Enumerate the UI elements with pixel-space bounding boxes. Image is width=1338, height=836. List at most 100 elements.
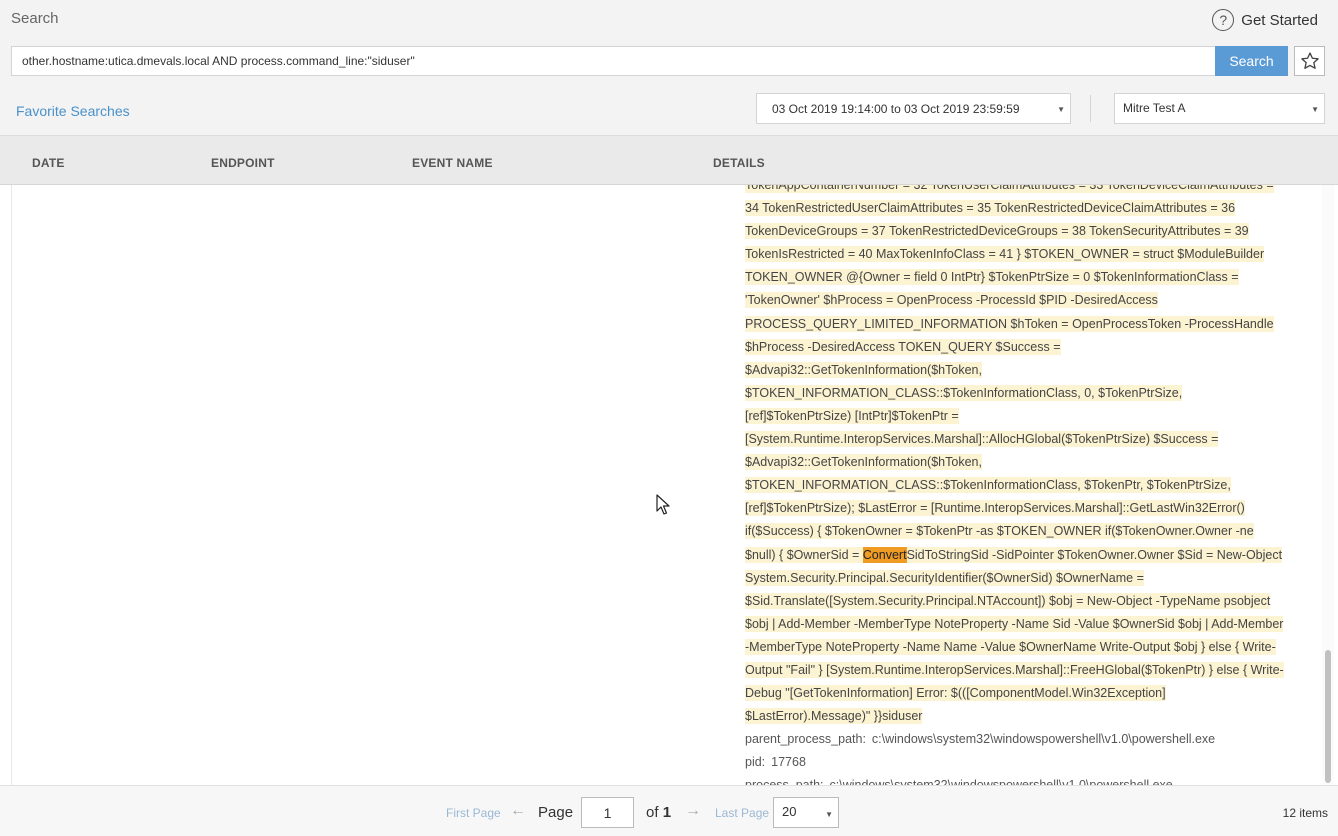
- page-number-input[interactable]: [581, 797, 634, 828]
- highlighted-text: TokenAppContainerNumber = 32 TokenUserCl…: [745, 185, 1274, 193]
- highlighted-text: [ref]$TokenPtrSize); $LastError = [Runti…: [745, 500, 1245, 517]
- highlighted-text: -MemberType NoteProperty -Name Name -Val…: [745, 638, 1276, 655]
- command-line-segment: $Sid.Translate([System.Security.Principa…: [745, 590, 1305, 613]
- highlighted-text: $hProcess -DesiredAccess TOKEN_QUERY $Su…: [745, 338, 1061, 355]
- detail-field-key: parent_process_path:: [745, 732, 866, 747]
- command-line-segment: $hProcess -DesiredAccess TOKEN_QUERY $Su…: [745, 336, 1305, 359]
- highlighted-text: Debug "[GetTokenInformation] Error: $(([…: [745, 685, 1166, 702]
- command-line-match-line: $null) { $OwnerSid = ConvertSidToStringS…: [745, 544, 1305, 567]
- command-line-segment: System.Security.Principal.SecurityIdenti…: [745, 567, 1305, 590]
- highlighted-text: 34 TokenRestrictedUserClaimAttributes = …: [745, 200, 1236, 217]
- command-line-segment: TokenDeviceGroups = 37 TokenRestrictedDe…: [745, 220, 1305, 243]
- detail-field-value: 17768: [771, 755, 806, 770]
- profile-value: Mitre Test A: [1123, 101, 1186, 115]
- command-line-segment: 34 TokenRestrictedUserClaimAttributes = …: [745, 197, 1305, 220]
- favorite-searches-link[interactable]: Favorite Searches: [16, 103, 130, 119]
- next-arrow-icon[interactable]: →: [685, 802, 701, 820]
- command-line-segment: $Advapi32::GetTokenInformation($hToken,: [745, 451, 1305, 474]
- table-header: DATE ENDPOINT EVENT NAME DETAILS: [0, 135, 1338, 185]
- highlighted-text: TOKEN_OWNER @{Owner = field 0 IntPtr} $T…: [745, 269, 1239, 286]
- page-of-label: of 1: [646, 804, 671, 821]
- highlighted-text: $Sid.Translate([System.Security.Principa…: [745, 592, 1271, 609]
- chevron-down-icon: ▼: [1311, 105, 1319, 114]
- top-bar: Search ? Get Started Search Favorite Sea…: [0, 0, 1338, 135]
- favorite-star-button[interactable]: [1294, 46, 1325, 76]
- page-label: Page: [538, 804, 574, 821]
- command-line-segment: 'TokenOwner' $hProcess = OpenProcess -Pr…: [745, 289, 1305, 312]
- command-line-segment: $obj | Add-Member -MemberType NoteProper…: [745, 613, 1305, 636]
- command-line-segment: if($Success) { $TokenOwner = $TokenPtr -…: [745, 520, 1305, 543]
- star-icon: [1300, 52, 1319, 69]
- divider: [1090, 95, 1091, 122]
- highlighted-text: $TOKEN_INFORMATION_CLASS::$TokenInformat…: [745, 477, 1231, 494]
- get-started-label: Get Started: [1241, 11, 1318, 29]
- profile-select[interactable]: Mitre Test A ▼: [1114, 93, 1325, 124]
- command-line-segment: Debug "[GetTokenInformation] Error: $(([…: [745, 682, 1305, 705]
- page-title: Search: [11, 10, 59, 27]
- date-range-value: 03 Oct 2019 19:14:00 to 03 Oct 2019 23:5…: [772, 102, 1020, 116]
- detail-field-key: pid:: [745, 755, 766, 770]
- command-line-segment: TokenAppContainerNumber = 32 TokenUserCl…: [745, 185, 1305, 197]
- results-table-body[interactable]: TokenAppContainerNumber = 32 TokenUserCl…: [11, 185, 1312, 785]
- page-size-value: 20: [782, 804, 797, 819]
- total-pages: 1: [662, 804, 672, 821]
- command-line-segment: $LastError).Message)" }}siduser: [745, 705, 1305, 728]
- detail-fields: parent_process_path: c:\windows\system32\…: [745, 728, 1305, 785]
- mouse-cursor-icon: [656, 494, 670, 515]
- command-line-segment: $TOKEN_INFORMATION_CLASS::$TokenInformat…: [745, 474, 1305, 497]
- first-page-link[interactable]: First Page: [446, 806, 501, 820]
- command-line-segment: Output "Fail" } [System.Runtime.InteropS…: [745, 659, 1305, 682]
- matched-search-term: Convert: [862, 546, 907, 563]
- event-details: TokenAppContainerNumber = 32 TokenUserCl…: [745, 185, 1305, 785]
- get-started-link[interactable]: ? Get Started: [1212, 9, 1318, 31]
- scrollbar-thumb[interactable]: [1325, 650, 1331, 783]
- last-page-link[interactable]: Last Page: [715, 806, 769, 820]
- search-button[interactable]: Search: [1215, 46, 1288, 76]
- highlighted-text: if($Success) { $TokenOwner = $TokenPtr -…: [745, 523, 1254, 540]
- prev-arrow-icon[interactable]: ←: [510, 802, 526, 820]
- highlighted-text: TokenDeviceGroups = 37 TokenRestrictedDe…: [745, 223, 1249, 240]
- command-line-segment: [System.Runtime.InteropServices.Marshal]…: [745, 428, 1305, 451]
- command-line-segment: PROCESS_QUERY_LIMITED_INFORMATION $hToke…: [745, 313, 1305, 336]
- command-line-segment: TokenIsRestricted = 40 MaxTokenInfoClass…: [745, 243, 1305, 266]
- detail-field-row: process_path:c:\windows\system32\windows…: [745, 774, 1305, 785]
- page-size-select[interactable]: 20 ▼: [773, 797, 839, 828]
- highlighted-text: System.Security.Principal.SecurityIdenti…: [745, 569, 1144, 586]
- column-header-endpoint[interactable]: ENDPOINT: [211, 156, 275, 170]
- items-count: 12 items: [1282, 806, 1328, 820]
- highlighted-text: [ref]$TokenPtrSize) [IntPtr]$TokenPtr =: [745, 407, 959, 424]
- highlighted-text: $obj | Add-Member -MemberType NoteProper…: [745, 615, 1284, 632]
- detail-field-row: parent_process_path: c:\windows\system32\…: [745, 728, 1305, 751]
- command-line-segment: SidToStringSid -SidPointer $TokenOwner.O…: [906, 546, 1283, 563]
- highlighted-text: $Advapi32::GetTokenInformation($hToken,: [745, 454, 982, 471]
- command-line-segment: $null) { $OwnerSid =: [745, 546, 863, 563]
- highlighted-text: $LastError).Message)" }}siduser: [745, 708, 923, 725]
- pagination-bar: First Page ← Page of 1 → Last Page 20 ▼ …: [0, 785, 1338, 836]
- highlighted-text: [System.Runtime.InteropServices.Marshal]…: [745, 431, 1219, 448]
- command-line-segment: -MemberType NoteProperty -Name Name -Val…: [745, 636, 1305, 659]
- search-input[interactable]: [11, 46, 1216, 76]
- column-header-details[interactable]: DETAILS: [713, 156, 765, 170]
- command-line-text: TokenAppContainerNumber = 32 TokenUserCl…: [745, 185, 1305, 544]
- help-icon: ?: [1212, 9, 1235, 31]
- highlighted-text: Output "Fail" } [System.Runtime.InteropS…: [745, 661, 1284, 678]
- detail-field-value: c:\windows\system32\windowspowershell\v1…: [871, 732, 1216, 747]
- command-line-segment: [ref]$TokenPtrSize); $LastError = [Runti…: [745, 497, 1305, 520]
- highlighted-text: PROCESS_QUERY_LIMITED_INFORMATION $hToke…: [745, 315, 1274, 332]
- chevron-down-icon: ▼: [825, 810, 833, 819]
- of-label: of: [646, 804, 659, 821]
- chevron-down-icon: ▼: [1057, 105, 1065, 114]
- detail-field-row: pid: 17768: [745, 751, 1305, 774]
- command-line-segment: $TOKEN_INFORMATION_CLASS::$TokenInformat…: [745, 382, 1305, 405]
- highlighted-text: $TOKEN_INFORMATION_CLASS::$TokenInformat…: [745, 384, 1183, 401]
- highlighted-text: TokenIsRestricted = 40 MaxTokenInfoClass…: [745, 246, 1265, 263]
- highlighted-text: $Advapi32::GetTokenInformation($hToken,: [745, 361, 982, 378]
- command-line-segment: [ref]$TokenPtrSize) [IntPtr]$TokenPtr =: [745, 405, 1305, 428]
- highlighted-text: 'TokenOwner' $hProcess = OpenProcess -Pr…: [745, 292, 1158, 309]
- date-range-select[interactable]: 03 Oct 2019 19:14:00 to 03 Oct 2019 23:5…: [756, 93, 1071, 124]
- column-header-event-name[interactable]: EVENT NAME: [412, 156, 493, 170]
- command-line-text: System.Security.Principal.SecurityIdenti…: [745, 567, 1305, 729]
- column-header-date[interactable]: DATE: [32, 156, 65, 170]
- command-line-segment: TOKEN_OWNER @{Owner = field 0 IntPtr} $T…: [745, 266, 1305, 289]
- command-line-segment: $Advapi32::GetTokenInformation($hToken,: [745, 359, 1305, 382]
